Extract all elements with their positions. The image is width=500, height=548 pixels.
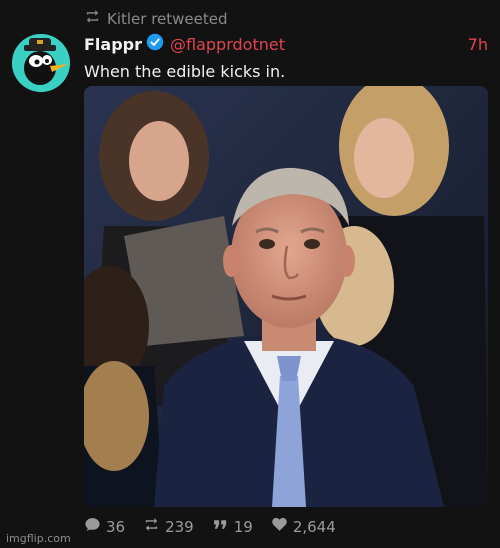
retweet-icon [143, 516, 160, 537]
quote-count: 19 [233, 517, 253, 536]
retweet-count: 239 [165, 517, 194, 536]
reply-button[interactable]: 36 [84, 516, 125, 537]
reply-icon [84, 516, 101, 537]
author-handle[interactable]: @flapprdotnet [170, 35, 285, 54]
author-name[interactable]: Flappr [84, 35, 142, 54]
tweet-photo[interactable] [84, 86, 488, 507]
tweet-text: When the edible kicks in. [84, 62, 286, 81]
retweet-icon [84, 8, 101, 29]
avatar[interactable] [12, 34, 70, 92]
tweet-timestamp[interactable]: 7h [468, 35, 488, 54]
heart-icon [271, 516, 288, 537]
retweet-indicator: Kitler retweeted [84, 8, 228, 29]
tweet-header: Flappr @flapprdotnet 7h [84, 33, 488, 55]
tweet-actions: 36 239 19 2,644 [84, 516, 336, 537]
retweet-button[interactable]: 239 [143, 516, 194, 537]
retweet-text: Kitler retweeted [107, 9, 228, 28]
reply-count: 36 [106, 517, 126, 536]
verified-badge-icon [142, 33, 170, 55]
like-button[interactable]: 2,644 [271, 516, 336, 537]
penguin-avatar-icon [12, 34, 70, 92]
quote-icon [212, 516, 229, 537]
watermark: imgflip.com [6, 532, 71, 545]
like-count: 2,644 [292, 517, 336, 536]
quote-button[interactable]: 19 [212, 516, 253, 537]
